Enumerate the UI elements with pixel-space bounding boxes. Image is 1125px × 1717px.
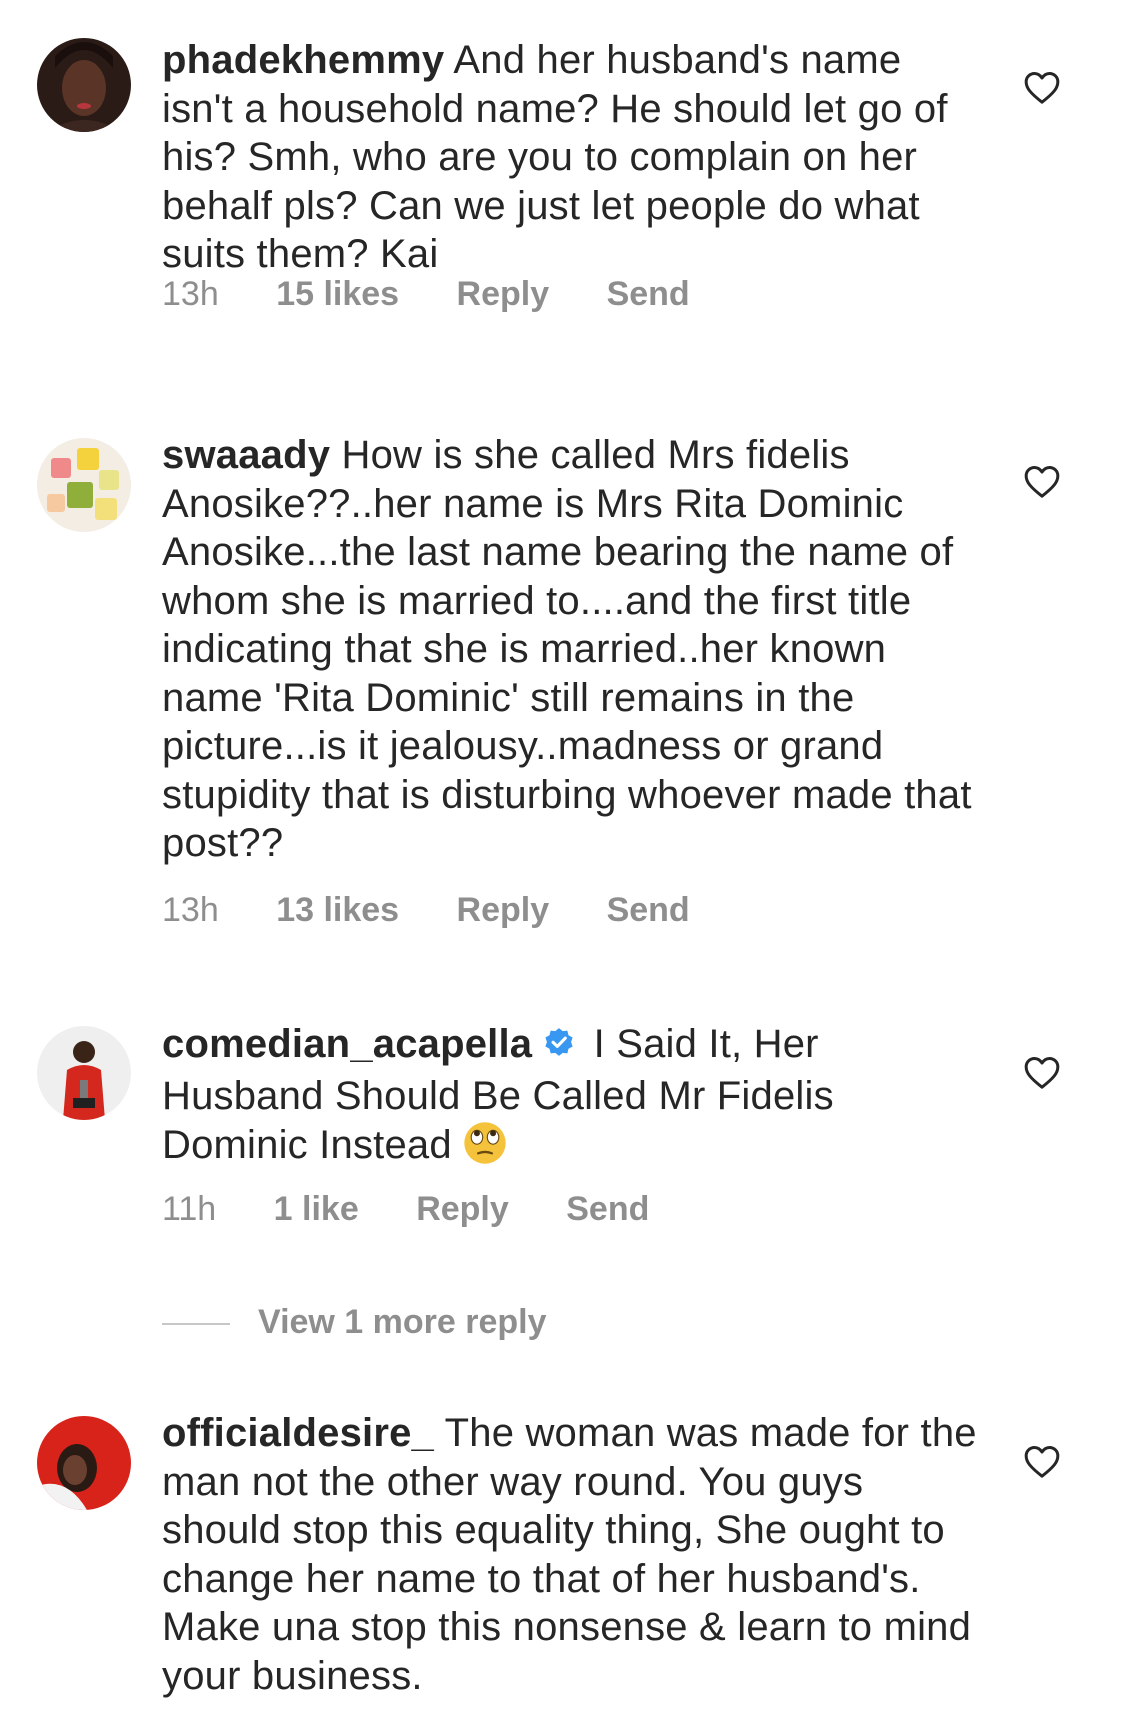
likes-count[interactable]: 1 like: [274, 1190, 359, 1229]
avatar[interactable]: [37, 38, 131, 132]
comment-time: 13h: [162, 891, 219, 929]
like-heart-icon[interactable]: [1022, 68, 1062, 108]
send-button[interactable]: Send: [607, 891, 690, 930]
like-heart-icon[interactable]: [1022, 1053, 1062, 1093]
divider-line: [162, 1323, 230, 1326]
comment-meta: 11h 1 like Reply Send: [162, 1190, 697, 1234]
comment-username[interactable]: phadekhemmy: [162, 38, 444, 82]
like-heart-icon[interactable]: [1022, 462, 1062, 502]
send-button[interactable]: Send: [566, 1190, 649, 1229]
avatar[interactable]: [37, 438, 131, 532]
reply-button[interactable]: Reply: [457, 891, 550, 930]
comment-username[interactable]: swaaady: [162, 433, 330, 477]
comment-body: officialdesire_ The woman was made for t…: [162, 1409, 977, 1700]
man-in-red-avatar-icon: [37, 1026, 131, 1120]
comment-text: How is she called Mrs fidelis Anosike??.…: [162, 433, 972, 865]
red-portrait-avatar-icon: [37, 1416, 131, 1510]
view-more-replies-label: View 1 more reply: [258, 1303, 547, 1341]
eye-roll-emoji: [462, 1120, 508, 1178]
likes-count[interactable]: 13 likes: [276, 891, 399, 930]
avatar[interactable]: [37, 1026, 131, 1120]
reply-button[interactable]: Reply: [416, 1190, 509, 1229]
reply-button[interactable]: Reply: [457, 275, 550, 314]
comment-body: swaaady How is she called Mrs fidelis An…: [162, 431, 977, 868]
comment-body: comedian_acapella I Said It, Her Husband…: [162, 1020, 977, 1178]
send-button[interactable]: Send: [607, 275, 690, 314]
comment-meta: 13h 13 likes Reply Send: [162, 891, 738, 935]
verified-badge-icon: [542, 1023, 576, 1072]
avatar[interactable]: [37, 1416, 131, 1510]
view-more-replies-button[interactable]: View 1 more reply: [162, 1303, 547, 1347]
likes-count[interactable]: 15 likes: [276, 275, 399, 314]
user-avatar-icon: [37, 38, 131, 132]
comment-meta: 13h 15 likes Reply Send: [162, 275, 738, 319]
comment-time: 13h: [162, 275, 219, 313]
comment-body: phadekhemmy And her husband's name isn't…: [162, 36, 977, 279]
comment-username[interactable]: officialdesire_: [162, 1411, 434, 1455]
fruit-cubes-avatar-icon: [37, 438, 131, 532]
like-heart-icon[interactable]: [1022, 1442, 1062, 1482]
comment-time: 11h: [162, 1190, 217, 1228]
comment-username[interactable]: comedian_acapella: [162, 1022, 532, 1066]
